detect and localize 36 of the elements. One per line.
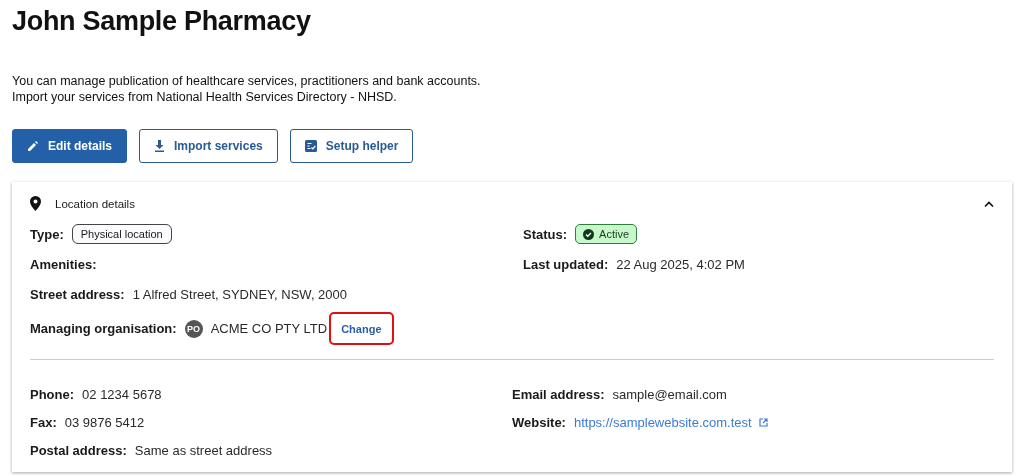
setup-button[interactable]: Setup helper [289,129,414,163]
field-value: sample@email.com [612,386,727,402]
field-label: Amenities: [30,256,97,272]
field-label: Managing organisation: [30,321,177,336]
edit-button[interactable]: Edit details [12,129,127,163]
avatar-initials: PO [184,319,203,338]
card-title: Location details [55,197,135,210]
field-label: Last updated: [523,256,609,272]
field-label: Street address: [30,286,125,302]
field-label: Website: [512,414,566,430]
intro-text: You can manage publication of healthcare services, practitioners and bank accounts. Import your services from National Health Services Directory - NHSD. [12,73,482,105]
website-link[interactable]: https://samplewebsite.com.test [573,414,768,430]
location-pin-icon [30,196,41,211]
field-label: Postal address: [30,442,127,458]
field-value: 1 Alfred Street, SYDNEY, NSW, 2000 [132,286,348,302]
change-link[interactable]: Change [341,323,382,335]
status-badge: Active [575,224,638,244]
page-title: John Sample Pharmacy [12,6,312,37]
download-icon [154,140,165,152]
external-link-icon [758,417,768,427]
field-label: Fax: [30,414,57,430]
import-button[interactable]: Import services [139,129,278,163]
field-label: Phone: [30,386,75,402]
field-label: Email address: [512,386,605,402]
field-value: 03 9876 5412 [64,414,145,430]
field-value: ACME CO PTY LTD [210,321,328,336]
check-circle-icon [583,228,595,240]
pencil-icon [27,140,39,152]
checklist-icon [304,140,317,152]
field-value: 22 Aug 2025, 4:02 PM [616,256,745,272]
field-value: Same as street address [134,442,273,458]
chevron-up-icon[interactable] [984,200,994,207]
type-tag: Physical location [71,224,172,244]
field-value: 02 1234 5678 [82,386,162,402]
field-label: Status: [523,226,568,242]
field-label: Type: [30,226,64,242]
